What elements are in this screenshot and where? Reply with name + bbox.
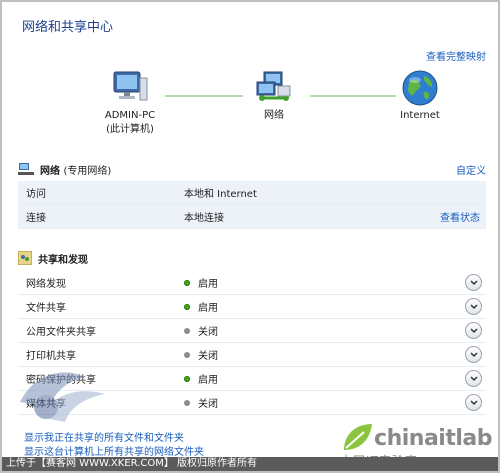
- connection-value: 本地连接: [184, 213, 224, 224]
- expand-chevron-icon[interactable]: [465, 298, 482, 315]
- network-name: 网络 (专用网络): [40, 165, 112, 177]
- sharing-label: 文件共享: [26, 303, 66, 314]
- map-node-computer[interactable]: ADMIN-PC (此计算机): [100, 68, 160, 136]
- show-shared-files-link[interactable]: 显示我正在共享的所有文件和文件夹: [24, 432, 204, 446]
- credit-bar: 上传于【赛客网 WWW.XKER.COM】 版权归原作者所有: [2, 457, 498, 471]
- status-on-icon: [184, 375, 190, 382]
- connection-row: 连接 本地连接 查看状态: [18, 205, 486, 229]
- connection-label: 连接: [26, 213, 46, 224]
- brand-name: chinaitlab: [374, 425, 492, 451]
- sharing-status: 启用: [198, 303, 218, 314]
- connector-line: [310, 95, 396, 97]
- network-bench-icon: [18, 163, 34, 175]
- network-node-label: 网络: [264, 110, 284, 121]
- access-value: 本地和 Internet: [184, 189, 257, 200]
- sharing-title: 共享和发现: [38, 254, 88, 266]
- watermark-logo: [20, 372, 105, 422]
- sharing-status: 关闭: [198, 327, 218, 338]
- expand-chevron-icon[interactable]: [465, 346, 482, 363]
- sharing-icon: [18, 251, 32, 265]
- sharing-label: 公用文件夹共享: [26, 327, 96, 338]
- expand-chevron-icon[interactable]: [465, 370, 482, 387]
- status-off-icon: [184, 327, 190, 334]
- sharing-row-network-discovery[interactable]: 网络发现 启用: [18, 271, 486, 295]
- sharing-status: 关闭: [198, 399, 218, 410]
- sharing-status: 启用: [198, 375, 218, 386]
- computer-sublabel: (此计算机): [106, 124, 154, 135]
- computer-icon: [113, 71, 148, 101]
- footer-links: 显示我正在共享的所有文件和文件夹 显示这台计算机上所有共享的网络文件夹: [24, 432, 204, 460]
- expand-chevron-icon[interactable]: [465, 274, 482, 291]
- network-section-header: 网络 (专用网络) 自定义: [18, 159, 486, 179]
- network-sharing-center-window: 网络和共享中心 查看完整映射 ADMIN-PC (此计算机) 网络 Intern…: [0, 0, 500, 473]
- status-off-icon: [184, 399, 190, 406]
- expand-chevron-icon[interactable]: [465, 394, 482, 411]
- status-on-icon: [184, 303, 190, 310]
- status-off-icon: [184, 351, 190, 358]
- computer-name: ADMIN-PC: [104, 110, 156, 121]
- network-icon: [256, 71, 291, 101]
- connector-line: [165, 95, 243, 97]
- sharing-label: 打印机共享: [26, 351, 76, 362]
- access-label: 访问: [26, 189, 46, 200]
- access-row: 访问 本地和 Internet: [18, 181, 486, 205]
- status-on-icon: [184, 279, 190, 286]
- sharing-status: 关闭: [198, 351, 218, 362]
- view-status-link[interactable]: 查看状态: [440, 209, 486, 224]
- customize-link[interactable]: 自定义: [456, 162, 486, 177]
- globe-icon: [402, 70, 438, 106]
- map-node-internet[interactable]: Internet: [392, 68, 448, 122]
- sharing-row-file-sharing[interactable]: 文件共享 启用: [18, 295, 486, 319]
- network-details: 访问 本地和 Internet 连接 本地连接 查看状态: [18, 181, 486, 229]
- internet-node-label: Internet: [400, 110, 440, 121]
- sharing-section-header: 共享和发现: [18, 248, 486, 268]
- map-node-network[interactable]: 网络: [249, 68, 299, 122]
- view-full-map-link[interactable]: 查看完整映射: [426, 48, 486, 63]
- sharing-label: 网络发现: [26, 279, 66, 290]
- sharing-status: 启用: [198, 279, 218, 290]
- expand-chevron-icon[interactable]: [465, 322, 482, 339]
- sharing-row-public-folder[interactable]: 公用文件夹共享 关闭: [18, 319, 486, 343]
- page-title: 网络和共享中心: [22, 20, 114, 35]
- leaf-logo-icon: [344, 424, 373, 450]
